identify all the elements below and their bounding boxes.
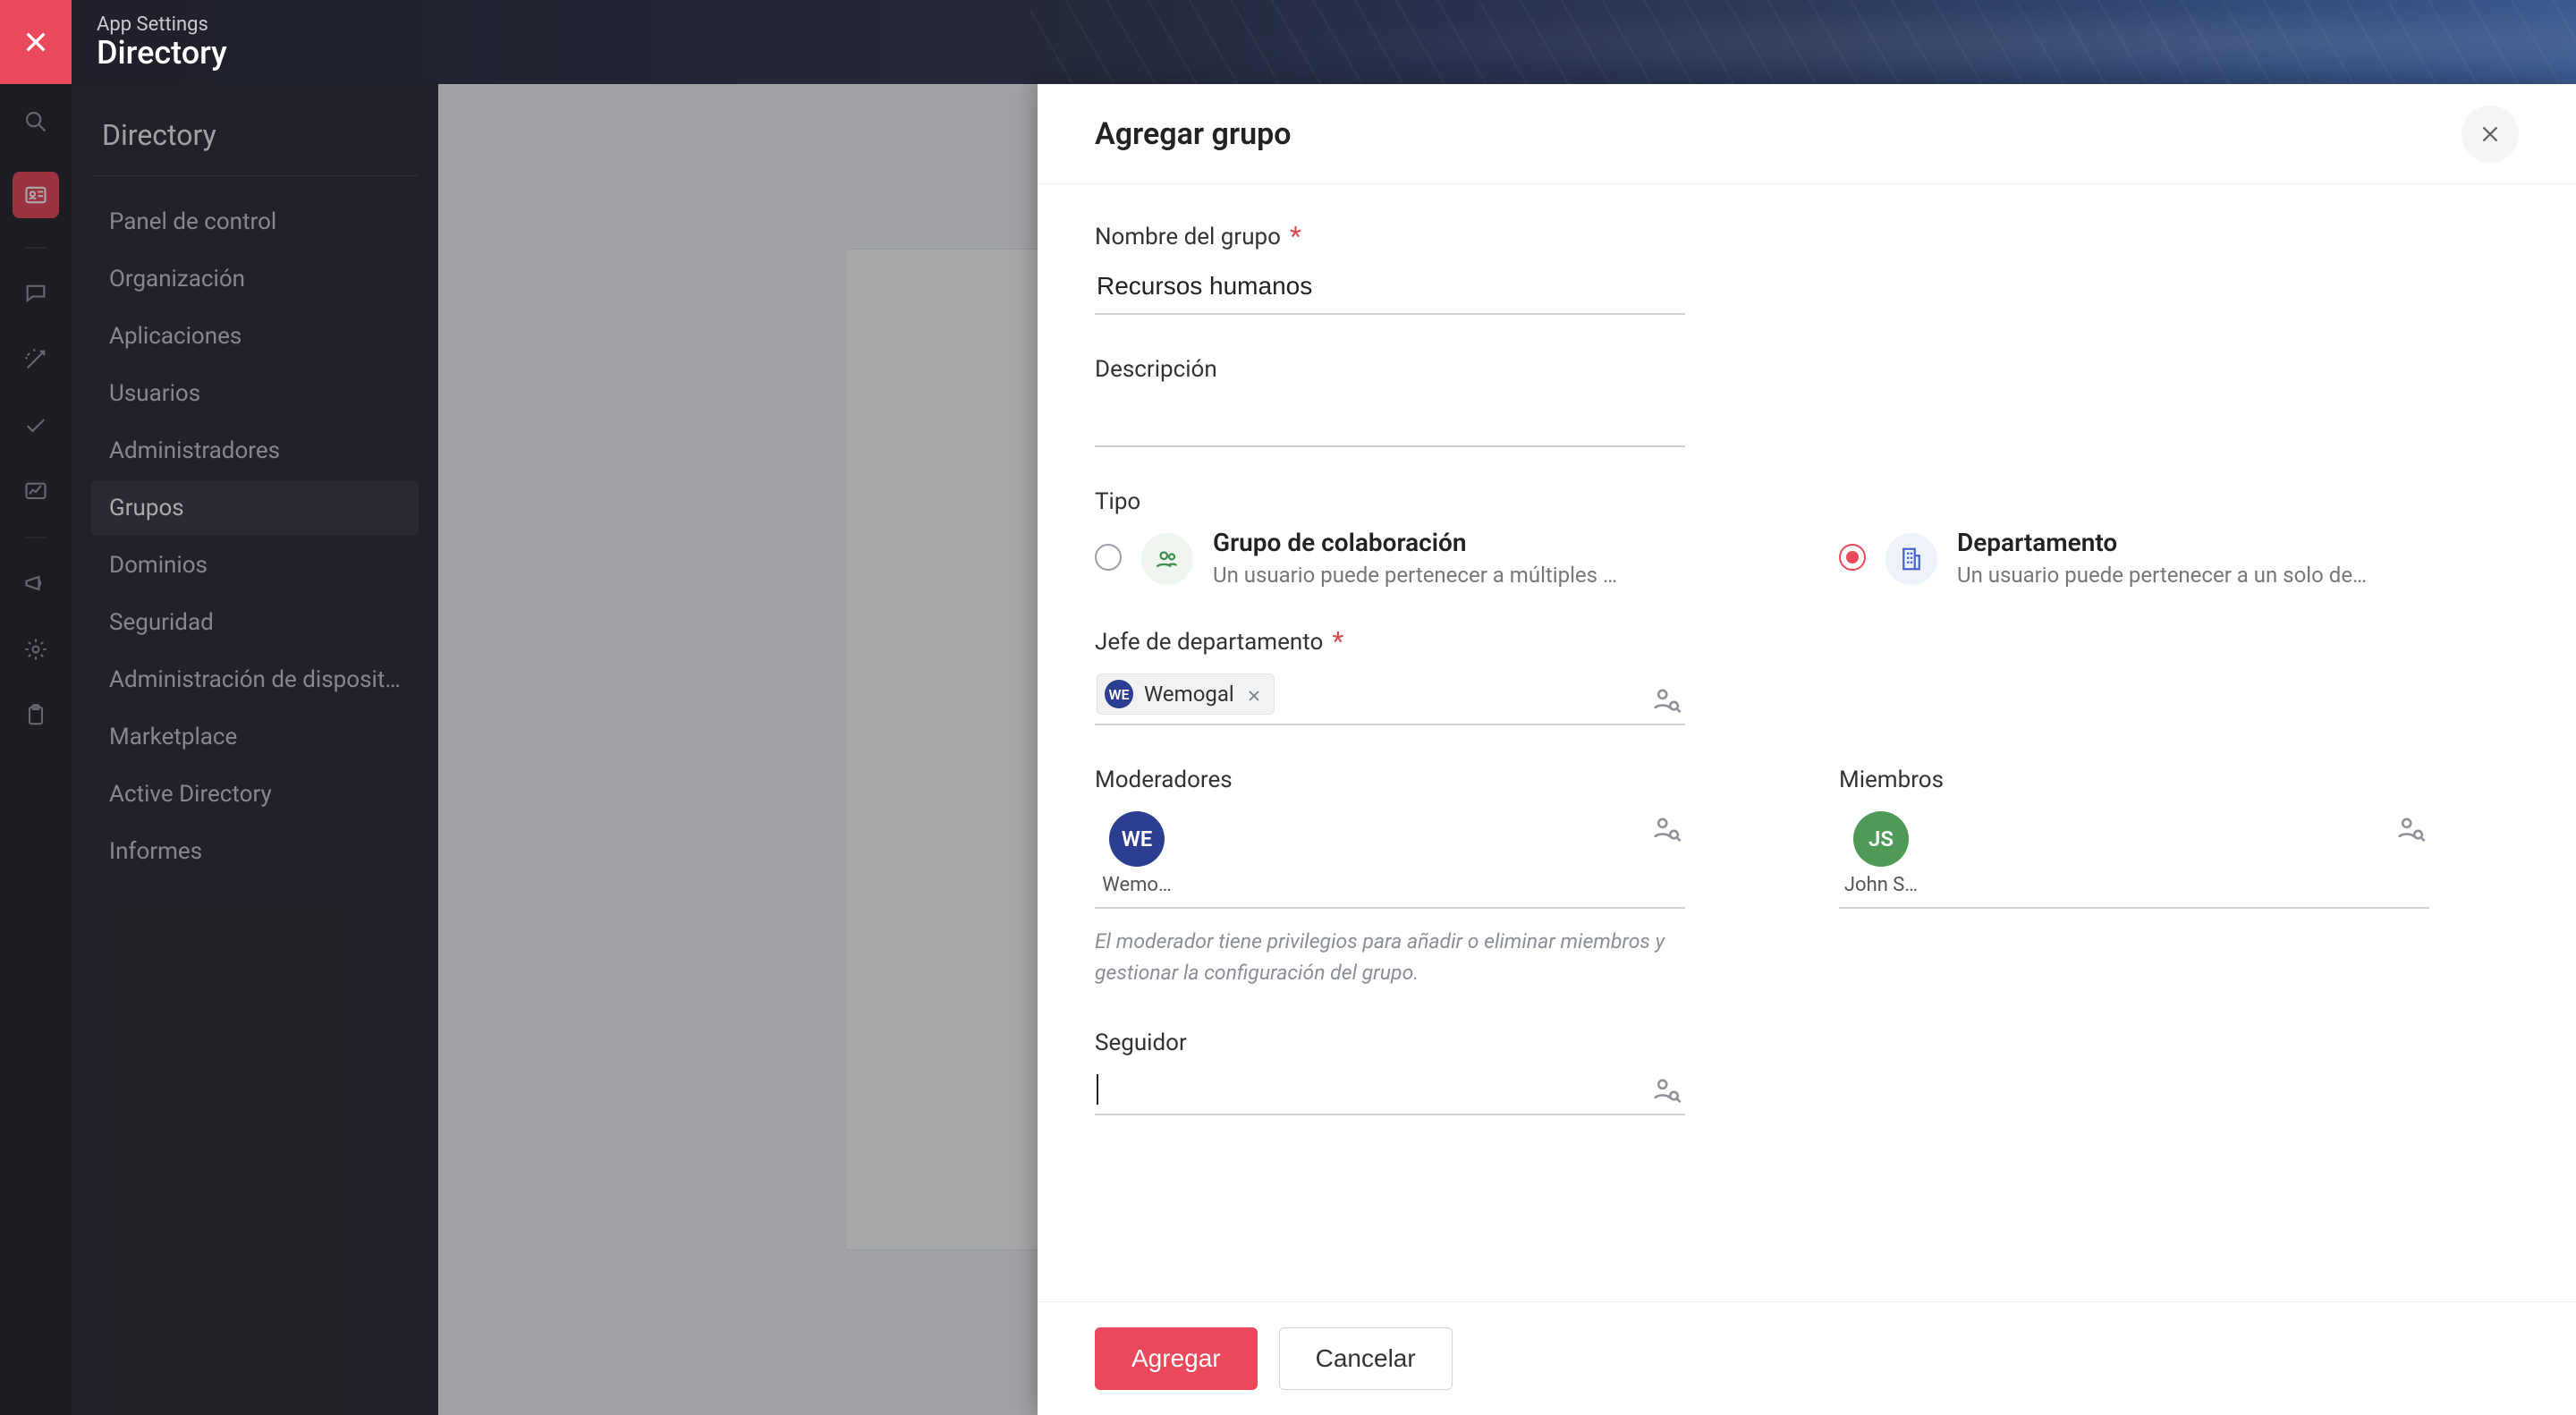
label-group-name: Nombre del grupo *: [1095, 224, 2519, 250]
chip-remove-button[interactable]: [1245, 685, 1263, 703]
input-dept-head[interactable]: WE Wemogal: [1095, 668, 1685, 725]
required-icon: *: [1290, 224, 1301, 250]
user-search-icon: [1651, 684, 1682, 715]
type-option-dept[interactable]: Departamento Un usuario puede pertenecer…: [1839, 528, 2519, 588]
app-header: App Settings Directory: [0, 0, 2576, 84]
field-group-name: Nombre del grupo *: [1095, 224, 2519, 315]
collab-texts: Grupo de colaboración Un usuario puede p…: [1213, 528, 1775, 588]
chip-dept-head: WE Wemogal: [1097, 674, 1275, 715]
label-type-text: Tipo: [1095, 488, 1140, 515]
radio-collab[interactable]: [1095, 544, 1122, 571]
avatar: JS: [1853, 811, 1909, 867]
type-option-collab[interactable]: Grupo de colaboración Un usuario puede p…: [1095, 528, 1775, 588]
building-icon: [1898, 546, 1925, 572]
avatar-name: John S…: [1844, 874, 1918, 896]
label-members-text: Miembros: [1839, 767, 1944, 793]
label-dept-head: Jefe de departamento *: [1095, 629, 2519, 656]
field-dept-head: Jefe de departamento * WE Wemogal: [1095, 629, 2519, 725]
moderator-item: WE Wemo…: [1097, 811, 1177, 896]
field-follower: Seguidor: [1095, 1029, 2519, 1115]
required-icon: *: [1332, 629, 1343, 656]
user-picker-button[interactable]: [1651, 684, 1682, 715]
close-icon: [2479, 123, 2502, 146]
input-description[interactable]: [1095, 395, 1685, 447]
close-icon: [21, 28, 50, 56]
member-item: JS John S…: [1841, 811, 1921, 896]
add-button[interactable]: Agregar: [1095, 1327, 1258, 1390]
field-members: Miembros JS John S…: [1839, 767, 2519, 988]
panel-title: Agregar grupo: [1095, 116, 1291, 152]
label-description-text: Descripción: [1095, 356, 1217, 383]
field-description: Descripción: [1095, 356, 2519, 447]
user-picker-button[interactable]: [2395, 813, 2426, 843]
people-icon: [1154, 546, 1181, 572]
collab-desc: Un usuario puede pertenecer a múltiples …: [1213, 563, 1775, 588]
panel-footer: Agregar Cancelar: [1038, 1301, 2576, 1415]
avatar-name: Wemo…: [1102, 874, 1171, 896]
input-group-name[interactable]: [1095, 263, 1685, 315]
cancel-button[interactable]: Cancelar: [1279, 1327, 1453, 1390]
modal-scrim[interactable]: Agregar grupo Nombre del grupo * Descrip…: [0, 84, 2576, 1415]
header-titles: App Settings Directory: [97, 13, 227, 72]
header-close-button[interactable]: [0, 0, 72, 84]
user-picker-button[interactable]: [1651, 813, 1682, 843]
dept-desc: Un usuario puede pertenecer a un solo de…: [1957, 563, 2519, 588]
field-type: Tipo Grupo de colaboración Un usuario pu…: [1095, 488, 2519, 588]
text-caret: [1097, 1074, 1098, 1105]
label-moderators: Moderadores: [1095, 767, 1775, 793]
dept-title: Departamento: [1957, 528, 2519, 557]
input-moderators[interactable]: WE Wemo…: [1095, 806, 1685, 909]
avatar: WE: [1109, 811, 1165, 867]
add-group-panel: Agregar grupo Nombre del grupo * Descrip…: [1038, 84, 2576, 1415]
field-moderators: Moderadores WE Wemo… El moderador tiene …: [1095, 767, 1775, 988]
label-dept-head-text: Jefe de departamento: [1095, 629, 1323, 656]
user-search-icon: [1651, 1074, 1682, 1105]
label-follower-text: Seguidor: [1095, 1029, 1187, 1056]
label-group-name-text: Nombre del grupo: [1095, 224, 1281, 250]
chip-avatar: WE: [1105, 680, 1133, 708]
panel-close-button[interactable]: [2462, 106, 2519, 163]
moderator-helper: El moderador tiene privilegios para añad…: [1095, 927, 1667, 988]
label-follower: Seguidor: [1095, 1029, 2519, 1056]
type-options-row: Grupo de colaboración Un usuario puede p…: [1095, 528, 2519, 588]
panel-header: Agregar grupo: [1038, 84, 2576, 184]
input-members[interactable]: JS John S…: [1839, 806, 2429, 909]
label-type: Tipo: [1095, 488, 2519, 515]
radio-dept[interactable]: [1839, 544, 1866, 571]
user-search-icon: [2395, 813, 2426, 843]
user-search-icon: [1651, 813, 1682, 843]
remove-icon: [1245, 687, 1263, 705]
dept-icon-wrap: [1885, 533, 1937, 585]
chip-name: Wemogal: [1144, 682, 1234, 707]
panel-body: Nombre del grupo * Descripción Tipo: [1038, 184, 2576, 1301]
input-follower[interactable]: [1095, 1069, 1685, 1115]
label-moderators-text: Moderadores: [1095, 767, 1233, 793]
label-members: Miembros: [1839, 767, 2519, 793]
collab-title: Grupo de colaboración: [1213, 528, 1775, 557]
header-title: Directory: [97, 34, 227, 72]
header-eyebrow: App Settings: [97, 13, 227, 36]
row-mods-members: Moderadores WE Wemo… El moderador tiene …: [1095, 767, 2519, 988]
user-picker-button[interactable]: [1651, 1074, 1682, 1105]
dept-texts: Departamento Un usuario puede pertenecer…: [1957, 528, 2519, 588]
collab-icon-wrap: [1141, 533, 1193, 585]
label-description: Descripción: [1095, 356, 2519, 383]
